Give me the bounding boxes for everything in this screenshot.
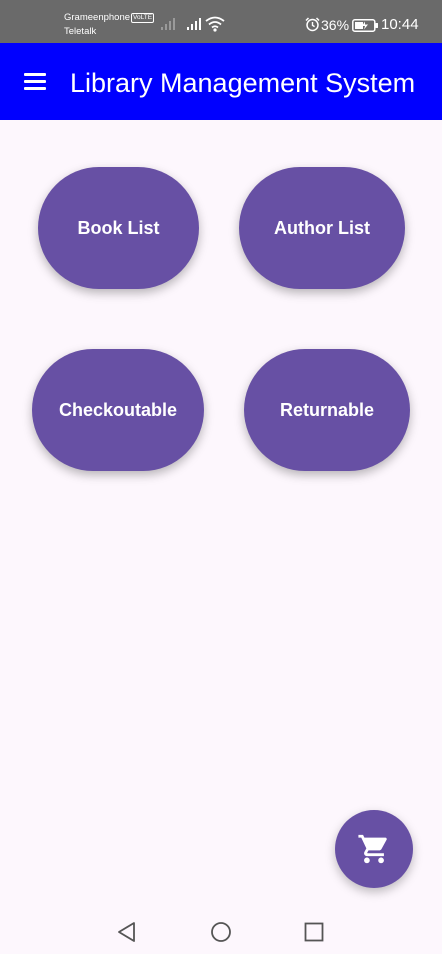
volte-badge: VoLTE xyxy=(131,13,155,23)
home-icon[interactable] xyxy=(210,921,232,943)
signal-icon xyxy=(161,18,175,30)
author-list-label: Author List xyxy=(274,217,370,238)
status-bar: Grameenphone VoLTE Teletalk 36% 10:44 xyxy=(0,0,442,43)
app-title: Library Management System xyxy=(70,68,416,98)
carrier-1: Grameenphone VoLTE xyxy=(64,12,155,24)
battery-percent: 36% xyxy=(321,17,350,33)
back-icon[interactable] xyxy=(116,921,138,943)
cart-icon xyxy=(358,834,387,864)
alarm-icon xyxy=(305,17,320,32)
menu-icon[interactable] xyxy=(24,73,46,91)
checkoutable-button[interactable]: Checkoutable xyxy=(32,349,204,471)
wifi-icon xyxy=(205,16,225,32)
clock: 10:44 xyxy=(381,16,419,33)
book-list-label: Book List xyxy=(77,217,160,238)
cart-fab-button[interactable] xyxy=(335,810,413,888)
navigation-bar xyxy=(0,906,442,954)
author-list-button[interactable]: Author List xyxy=(239,167,405,289)
book-list-button[interactable]: Book List xyxy=(38,167,199,289)
carrier-1-name: Grameenphone xyxy=(64,12,131,23)
returnable-button[interactable]: Returnable xyxy=(244,349,410,471)
returnable-label: Returnable xyxy=(279,399,375,420)
signal-icon xyxy=(187,18,201,30)
battery-icon xyxy=(352,19,378,32)
recent-apps-icon[interactable] xyxy=(304,922,324,942)
carrier-2: Teletalk xyxy=(64,26,97,37)
app-bar: Library Management System xyxy=(0,43,442,120)
checkoutable-label: Checkoutable xyxy=(58,399,178,420)
